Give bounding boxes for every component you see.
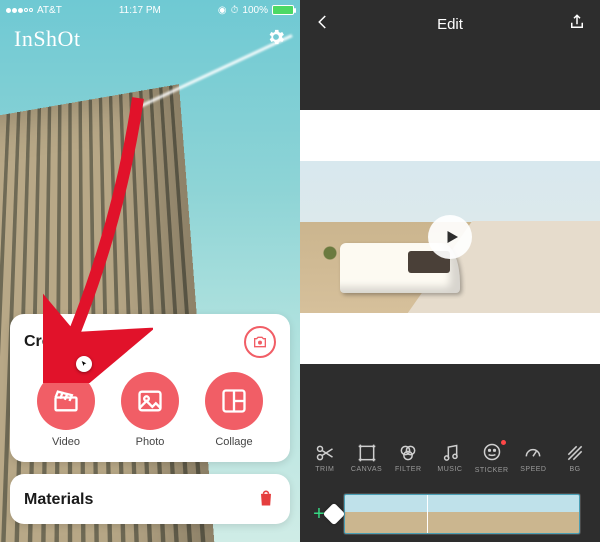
play-icon [443, 228, 461, 246]
chevron-left-icon [314, 13, 332, 31]
timeline-clip[interactable] [344, 494, 580, 534]
video-preview[interactable] [300, 110, 600, 364]
share-button[interactable] [568, 13, 586, 35]
tool-filter[interactable]: FILTER [390, 443, 426, 473]
carrier-label: AT&T [37, 5, 62, 16]
alarm-icon: ⏱ [231, 5, 239, 16]
materials-card[interactable]: Materials [10, 474, 290, 524]
app-header: InShOt [0, 20, 300, 52]
battery-percent: 100% [242, 5, 268, 16]
tool-sticker[interactable]: STICKER [474, 442, 510, 474]
filter-icon [398, 443, 418, 463]
edit-screen: Edit TRIM CANVAS FILTER MUS [300, 0, 600, 542]
settings-button[interactable] [266, 27, 286, 52]
video-label: Video [52, 436, 80, 448]
app-logo: InShOt [14, 26, 81, 52]
camera-icon [252, 334, 268, 350]
signal-icon [6, 8, 33, 13]
materials-title: Materials [24, 491, 93, 509]
canvas-icon [357, 443, 377, 463]
clock: 11:17 PM [119, 5, 161, 16]
home-screen: AT&T 11:17 PM ◉ ⏱ 100% InShOt Create New [0, 0, 300, 542]
sticker-icon [482, 442, 502, 462]
play-button[interactable] [428, 215, 472, 259]
collage-icon [220, 387, 248, 415]
cursor-pointer-icon [76, 356, 92, 372]
photo-icon [136, 387, 164, 415]
create-video-button[interactable]: Video [26, 372, 106, 448]
speed-icon [523, 443, 543, 463]
create-new-title: Create New [24, 333, 111, 351]
tool-bg[interactable]: BG [557, 443, 593, 473]
location-icon: ◉ [218, 5, 227, 16]
tool-trim[interactable]: TRIM [307, 443, 343, 473]
back-button[interactable] [314, 13, 332, 35]
create-photo-button[interactable]: Photo [110, 372, 190, 448]
bg-icon [565, 443, 585, 463]
music-icon [440, 443, 460, 463]
timeline[interactable]: + [300, 486, 600, 542]
create-collage-button[interactable]: Collage [194, 372, 274, 448]
edit-toolbar: TRIM CANVAS FILTER MUSIC STICKER SPEED B… [300, 426, 600, 486]
tool-speed[interactable]: SPEED [515, 443, 551, 473]
shopping-bag-icon [256, 488, 276, 513]
tool-music[interactable]: MUSIC [432, 443, 468, 473]
edit-title: Edit [437, 16, 463, 33]
share-icon [568, 13, 586, 31]
status-bar: AT&T 11:17 PM ◉ ⏱ 100% [0, 0, 300, 20]
edit-header: Edit [300, 0, 600, 48]
camera-button[interactable] [244, 326, 276, 358]
create-new-card: Create New Video [10, 314, 290, 462]
tool-canvas[interactable]: CANVAS [349, 443, 385, 473]
preview-letterbox-bottom [300, 364, 600, 426]
collage-label: Collage [215, 436, 252, 448]
scissors-icon [315, 443, 335, 463]
battery-icon [272, 5, 294, 15]
preview-letterbox-top [300, 48, 600, 110]
clapperboard-icon [52, 387, 80, 415]
gear-icon [266, 27, 286, 47]
photo-label: Photo [136, 436, 165, 448]
